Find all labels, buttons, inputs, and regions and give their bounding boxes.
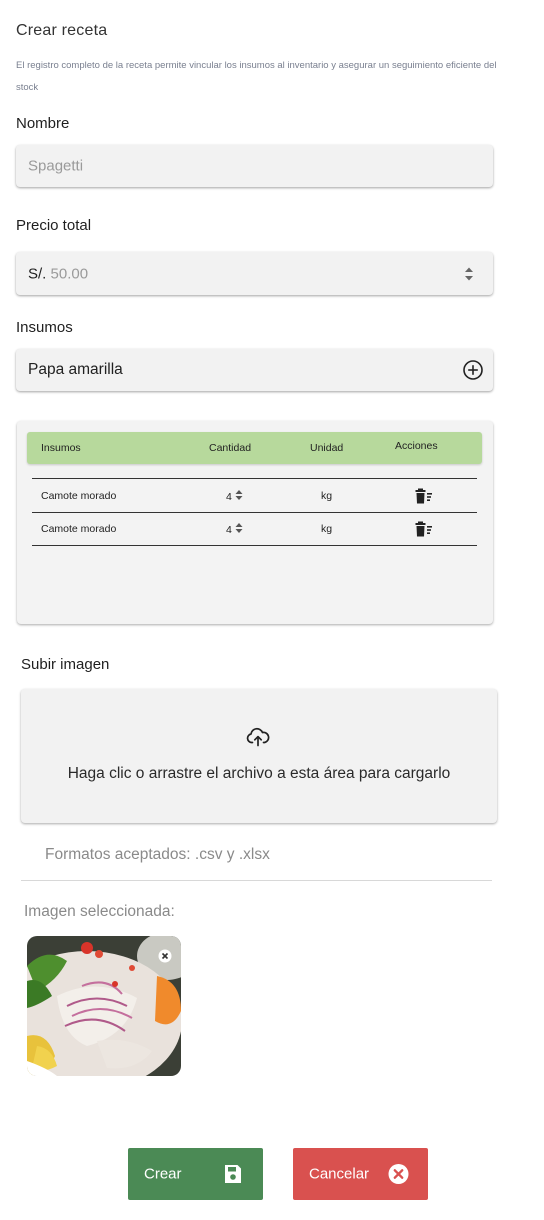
selected-image-thumbnail (27, 936, 181, 1076)
precio-placeholder: 50.00 (50, 265, 89, 282)
cancel-button-label: Cancelar (309, 1165, 370, 1183)
nombre-placeholder: Spagetti (28, 157, 84, 175)
cancel-button[interactable]: Cancelar (293, 1148, 428, 1200)
selected-image-label: Imagen seleccionada: (24, 903, 175, 920)
precio-label: Precio total (16, 217, 92, 234)
upload-label: Subir imagen (21, 656, 110, 673)
quantity-stepper-icon[interactable] (235, 522, 243, 534)
insumos-select[interactable]: Papa amarilla (16, 349, 493, 391)
trash-icon[interactable] (415, 521, 433, 537)
table-row: Camote morado 4 kg (32, 512, 477, 546)
row-unidad: kg (321, 522, 333, 535)
row-cantidad[interactable]: 4 (226, 489, 243, 503)
create-button[interactable]: Crear (128, 1148, 263, 1200)
divider (21, 880, 492, 881)
precio-input[interactable]: S/. 50.00 (16, 252, 493, 295)
page-title: Crear receta (16, 22, 108, 39)
upload-instructions: Haga clic o arrastre el archivo a esta á… (67, 765, 451, 782)
row-insumo: Camote morado (41, 489, 117, 502)
trash-icon[interactable] (415, 488, 433, 504)
page-description: El registro completo de la receta permit… (16, 60, 497, 93)
cloud-upload-icon (246, 727, 270, 747)
col-cantidad: Cantidad (209, 442, 252, 454)
insumos-value: Papa amarilla (28, 361, 123, 378)
remove-image-icon[interactable] (158, 949, 172, 963)
row-cantidad[interactable]: 4 (226, 522, 243, 536)
col-unidad: Unidad (310, 442, 344, 454)
row-insumo: Camote morado (41, 522, 117, 535)
insumos-label: Insumos (16, 319, 73, 336)
plus-circle-icon[interactable] (462, 359, 484, 381)
col-insumos: Insumos (41, 442, 81, 454)
currency-prefix: S/. (28, 265, 47, 282)
save-icon (225, 1165, 241, 1183)
create-button-label: Crear (144, 1165, 182, 1183)
close-circle-icon (388, 1164, 409, 1184)
nombre-input[interactable]: Spagetti (16, 145, 493, 187)
table-row: Camote morado 4 kg (32, 479, 477, 513)
quantity-stepper-icon[interactable] (235, 489, 243, 501)
accepted-formats: Formatos aceptados: .csv y .xlsx (45, 846, 270, 863)
insumos-table-card: Insumos Cantidad Unidad Acciones Camote … (17, 421, 493, 624)
table-header: Insumos Cantidad Unidad Acciones (27, 432, 482, 464)
nombre-label: Nombre (16, 115, 70, 132)
upload-dropzone[interactable]: Haga clic o arrastre el archivo a esta á… (21, 689, 497, 823)
number-stepper-icon[interactable] (464, 266, 474, 282)
row-unidad: kg (321, 489, 333, 502)
col-acciones: Acciones (395, 440, 438, 452)
